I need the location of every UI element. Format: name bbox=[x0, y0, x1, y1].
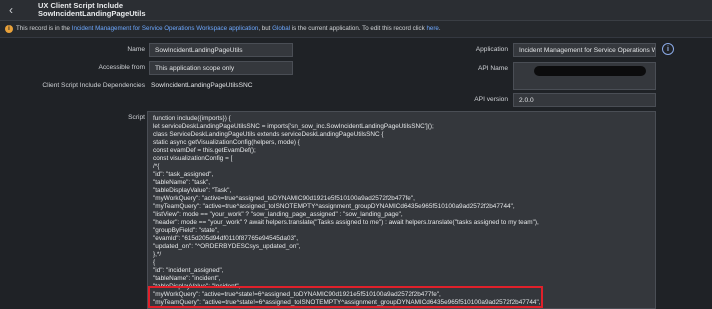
code-line: /*{ bbox=[153, 163, 160, 170]
name-label: Name bbox=[127, 46, 145, 53]
code-line: "tableName": "task", bbox=[153, 179, 211, 186]
code-line: },*/ bbox=[153, 251, 162, 258]
notice-end: . bbox=[438, 25, 441, 32]
dependencies-value: SowIncidentLandingPageUtilsSNC bbox=[151, 82, 253, 89]
red-highlight-box bbox=[148, 286, 543, 308]
code-line: "tableName": "incident", bbox=[153, 275, 221, 282]
code-line: "evamId": "615d205d94df0110f87765e94545d… bbox=[153, 235, 299, 242]
name-field[interactable]: SowIncidentLandingPageUtils bbox=[149, 43, 293, 57]
notice-suffix: is the current application. To edit this… bbox=[290, 25, 427, 32]
dependencies-label: Client Script Include Dependencies bbox=[42, 82, 145, 89]
scope-application-link[interactable]: Incident Management for Service Operatio… bbox=[72, 25, 259, 32]
warning-icon: i bbox=[5, 25, 13, 33]
code-line: static async getVisualizationConfig(help… bbox=[153, 139, 300, 146]
accessible-from-select[interactable]: This application scope only bbox=[149, 61, 293, 75]
notice-middle: , but bbox=[258, 25, 273, 32]
code-line: class ServiceDeskLandingPageUtils extend… bbox=[153, 131, 384, 138]
info-icon[interactable]: i bbox=[662, 43, 674, 55]
code-line: const visualizationConfig = [ bbox=[153, 155, 233, 162]
api-version-field[interactable]: 2.0.0 bbox=[513, 93, 656, 107]
back-button[interactable]: ‹ bbox=[4, 3, 18, 17]
code-line: "tableDisplayValue": "Task", bbox=[153, 187, 232, 194]
api-name-field[interactable] bbox=[513, 62, 656, 90]
notice-prefix: This record is in the bbox=[16, 25, 72, 32]
record-name-subtitle: SowIncidentLandingPageUtils bbox=[38, 9, 146, 18]
scope-notice-text: This record is in the Incident Managemen… bbox=[16, 21, 441, 37]
code-line: "listView": mode == "your_work" ? "sow_l… bbox=[153, 211, 403, 218]
code-line: "myTeamQuery": "active=true^assigned_toI… bbox=[153, 203, 515, 210]
global-link[interactable]: Global bbox=[272, 25, 290, 32]
code-line: "groupByField": "state", bbox=[153, 227, 219, 234]
code-line: "id": "task_assigned", bbox=[153, 171, 214, 178]
code-line: "id": "incident_assigned", bbox=[153, 267, 224, 274]
code-line: function include({imports}) { bbox=[153, 115, 231, 122]
code-line: "myWorkQuery": "active=true^assigned_toD… bbox=[153, 195, 415, 202]
api-version-label: API version bbox=[474, 96, 508, 103]
code-line: "header": mode == "your_work" ? await he… bbox=[153, 219, 539, 226]
edit-here-link[interactable]: here bbox=[426, 25, 438, 32]
application-label: Application bbox=[475, 46, 508, 53]
code-line: { bbox=[153, 259, 156, 266]
script-editor[interactable]: function include({imports}) { let servic… bbox=[147, 111, 656, 309]
api-name-label: API Name bbox=[477, 65, 508, 72]
chevron-left-icon: ‹ bbox=[9, 3, 13, 17]
code-line: let serviceDeskLandingPageUtilsSNC = imp… bbox=[153, 123, 434, 130]
form-header: ‹ UX Client Script Include SowIncidentLa… bbox=[0, 0, 712, 21]
application-field[interactable]: Incident Management for Service Operatio… bbox=[513, 43, 656, 57]
code-line: const evamDef = this.getEvamDef(); bbox=[153, 147, 256, 154]
accessible-from-label: Accessible from bbox=[98, 64, 145, 71]
script-label: Script bbox=[128, 114, 145, 121]
code-line: "updated_on": "^ORDERBYDESCsys_updated_o… bbox=[153, 243, 301, 250]
scope-notice-bar: i This record is in the Incident Managem… bbox=[0, 21, 712, 38]
redacted-block bbox=[534, 66, 646, 76]
